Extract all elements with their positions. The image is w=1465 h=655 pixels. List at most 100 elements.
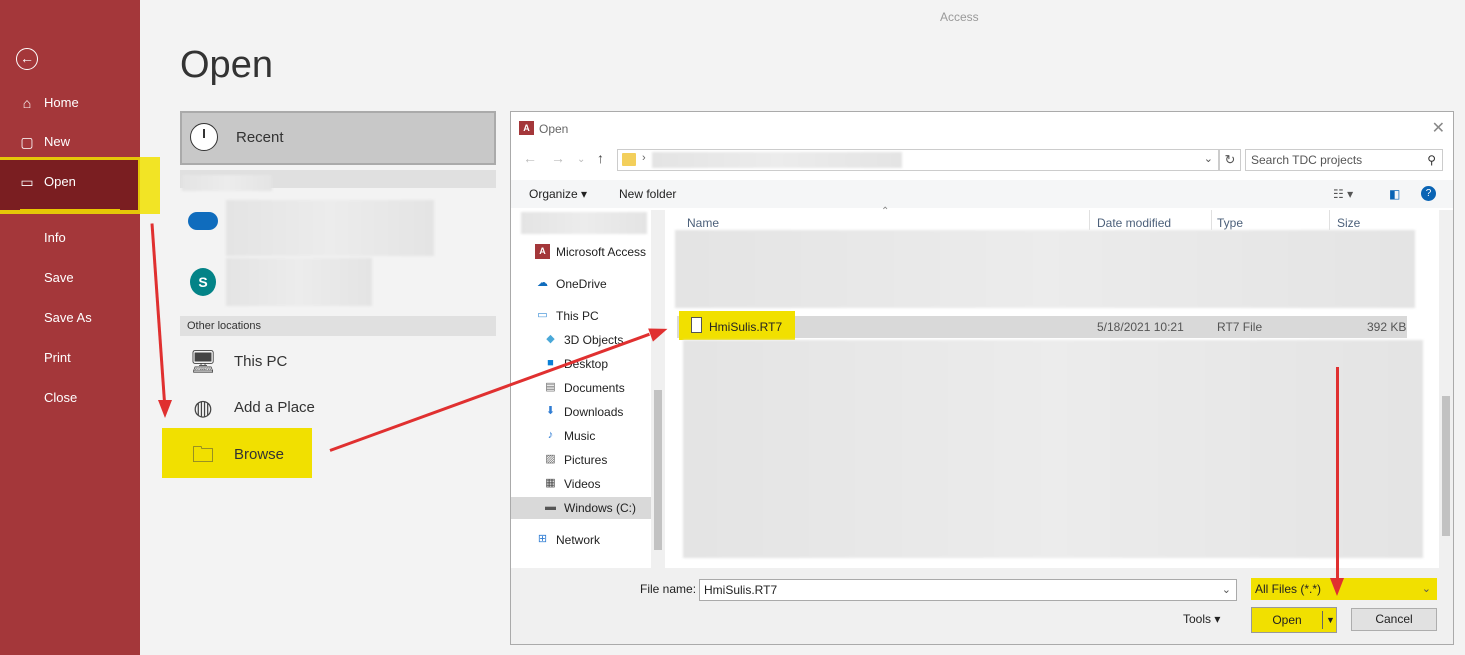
network-icon: ⊞ [537, 533, 548, 545]
file-date: 5/18/2021 10:21 [1097, 320, 1184, 334]
nav-home[interactable]: ⌂ Home [0, 83, 140, 123]
back-icon[interactable]: ← [523, 150, 537, 166]
clock-icon [190, 123, 218, 151]
videos-icon: ▦ [545, 477, 556, 489]
onedrive-icon[interactable] [188, 212, 218, 230]
open-underline [20, 209, 120, 211]
other-locations-header: Other locations [180, 316, 496, 336]
refresh-icon[interactable]: ↻ [1219, 149, 1241, 171]
chevron-down-icon[interactable]: ⌄ [1204, 152, 1213, 165]
column-separator [1211, 210, 1212, 230]
new-folder-button[interactable]: New folder [619, 187, 676, 201]
tree-item-downloads[interactable]: ⬇ Downloads [511, 401, 651, 423]
tree-scrollbar[interactable] [651, 210, 665, 568]
tree-item-music[interactable]: ♪ Music [511, 425, 651, 447]
blurred-onedrive-location[interactable] [226, 200, 434, 256]
chevron-down-icon: ⌄ [1421, 583, 1431, 595]
sharepoint-icon[interactable]: S [190, 268, 216, 296]
drive-icon: ▬ [545, 501, 556, 513]
cube-icon: ◆ [546, 333, 555, 345]
pictures-icon: ▨ [545, 453, 556, 465]
file-icon [691, 317, 702, 333]
nav-info[interactable]: Info [0, 218, 140, 258]
nav-save[interactable]: Save [0, 258, 140, 298]
help-icon[interactable]: ? [1421, 186, 1436, 201]
tree-scroll-thumb[interactable] [654, 390, 662, 550]
folder-open-icon: ▭ [20, 174, 34, 190]
file-list-scrollbar[interactable] [1439, 210, 1453, 568]
breadcrumb-chevron-icon: › [642, 152, 646, 164]
page-title: Open [180, 44, 273, 86]
column-size[interactable]: Size [1337, 216, 1360, 230]
tree-item-microsoft-access[interactable]: A Microsoft Access [511, 241, 651, 263]
preview-pane-icon[interactable]: ◧ [1389, 187, 1400, 201]
nav-print[interactable]: Print [0, 338, 140, 378]
blurred-path [652, 152, 902, 168]
sort-ascending-icon: ⌃ [881, 206, 890, 217]
location-this-pc[interactable]: 🖥 This PC [180, 342, 496, 382]
recent-locations-icon[interactable]: ⌄ [577, 154, 585, 165]
tutorial-arrow-3 [1336, 367, 1339, 582]
tree-item-videos[interactable]: ▦ Videos [511, 473, 651, 495]
tree-item-pictures[interactable]: ▨ Pictures [511, 449, 651, 471]
file-name[interactable]: HmiSulis.RT7 [709, 320, 782, 334]
view-options-icon[interactable]: ☷ ▾ [1333, 187, 1353, 201]
column-date-modified[interactable]: Date modified [1097, 216, 1171, 230]
column-separator [1089, 210, 1090, 230]
navigation-pane: A Microsoft Access ☁ OneDrive ▭ This PC ◆ 3D… [511, 210, 661, 570]
cancel-button[interactable]: Cancel [1351, 608, 1437, 631]
tutorial-arrowhead-3 [1330, 578, 1344, 596]
search-input[interactable]: Search TDC projects ⚲ [1245, 149, 1443, 171]
backstage-rail: ← ⌂ Home ▢ New ▭ Open Info Save Save As Pri… [0, 0, 160, 655]
column-separator [1329, 210, 1330, 230]
blurred-quick-access [521, 212, 647, 234]
dialog-title: Open [539, 122, 569, 136]
recent-button[interactable]: Recent [180, 111, 496, 165]
tree-item-documents[interactable]: ▤ Documents [511, 377, 651, 399]
column-name[interactable]: Name [687, 216, 719, 230]
app-title: Access [940, 10, 979, 24]
address-bar[interactable]: › ⌄ [617, 149, 1219, 171]
blurred-file-rows-top [675, 230, 1415, 308]
back-arrow-icon[interactable]: ← [16, 48, 38, 70]
new-doc-icon: ▢ [20, 134, 34, 150]
file-list-scroll-thumb[interactable] [1442, 396, 1450, 536]
nav-new[interactable]: ▢ New [0, 122, 140, 162]
globe-icon: ◍ [193, 395, 213, 420]
organize-button[interactable]: Organize ▾ [529, 187, 587, 201]
up-icon[interactable]: ↑ [597, 150, 604, 166]
pc-icon: ▭ [537, 309, 548, 321]
tree-item-network[interactable]: ⊞ Network [511, 529, 651, 551]
blurred-file-rows-bottom [683, 340, 1423, 558]
nav-open[interactable]: ▭ Open [0, 162, 140, 202]
tree-item-windows-c[interactable]: ▬ Windows (C:) [511, 497, 651, 519]
tools-button[interactable]: Tools ▾ [1183, 612, 1220, 626]
tree-item-this-pc[interactable]: ▭ This PC [511, 305, 651, 327]
file-size: 392 KB [1367, 320, 1407, 334]
chevron-down-icon[interactable]: ⌄ [1222, 580, 1231, 600]
column-type[interactable]: Type [1217, 216, 1243, 230]
tutorial-arrow-1 [150, 223, 167, 408]
access-icon: A [535, 244, 550, 259]
tree-item-onedrive[interactable]: ☁ OneDrive [511, 273, 651, 295]
file-name-input[interactable]: HmiSulis.RT7 ⌄ [699, 579, 1237, 601]
nav-close[interactable]: Close [0, 378, 140, 418]
blurred-sharepoint-location[interactable] [226, 258, 372, 306]
close-icon[interactable]: ✕ [1432, 118, 1445, 138]
open-button[interactable]: Open ▼ [1251, 607, 1337, 633]
folder-icon [622, 153, 636, 166]
download-icon: ⬇ [545, 405, 556, 417]
forward-icon[interactable]: → [551, 150, 565, 166]
open-dropdown-icon[interactable]: ▼ [1326, 608, 1335, 632]
split-divider [1322, 611, 1323, 629]
nav-save-as[interactable]: Save As [0, 298, 140, 338]
folder-icon: 🗀 [191, 442, 214, 467]
open-dialog: A Open ✕ ← → ⌄ ↑ › ⌄ ↻ Search TDC projec… [510, 111, 1454, 645]
dialog-toolbar: Organize ▾ New folder ☷ ▾ ◧ ? [511, 180, 1453, 208]
file-name-label: File name: [640, 582, 697, 596]
documents-icon: ▤ [545, 381, 556, 393]
cloud-icon: ☁ [537, 277, 548, 289]
blurred-account [182, 175, 272, 191]
location-browse[interactable]: 🗀 Browse [180, 435, 310, 475]
file-type-select[interactable]: All Files (*.*) ⌄ [1251, 578, 1437, 600]
